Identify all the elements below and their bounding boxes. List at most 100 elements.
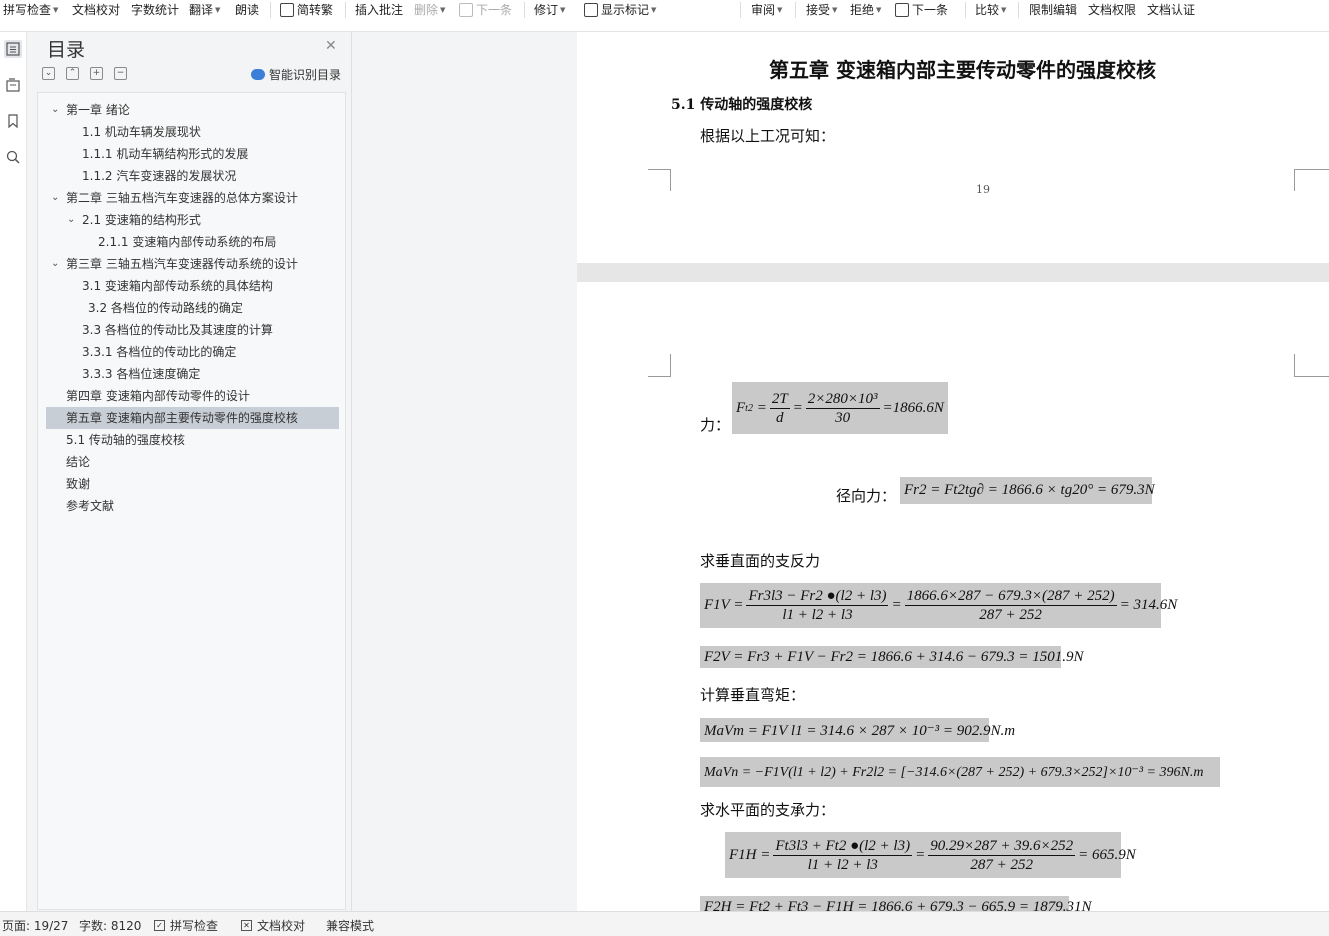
toc-item-label: 第三章 三轴五档汽车变速器传动系统的设计 [66, 257, 298, 271]
word-count-indicator[interactable]: 字数: 8120 [79, 917, 141, 934]
formula-ft2: Ft2 = 2T d = 2×280×10³ 30 =1866.6N [732, 382, 948, 434]
delete-comment-button[interactable]: 删除 ▼ [414, 0, 445, 20]
toc-item[interactable]: 1.1.1 机动车辆结构形式的发展 [46, 143, 339, 165]
toc-item[interactable]: 第五章 变速箱内部主要传动零件的强度校核 [46, 407, 339, 429]
chevron-down-icon[interactable]: ⌄ [51, 99, 61, 121]
trad-simp-button[interactable]: 简转繁 [280, 0, 333, 20]
toc-item[interactable]: 2.1.1 变速箱内部传动系统的布局 [46, 231, 339, 253]
toc-list: ⌄ 第一章 绪论 1.1 机动车辆发展现状 1.1.1 机动车辆结构形式的发展 1.1.… [37, 92, 346, 910]
toc-item[interactable]: 1.1 机动车辆发展现状 [46, 121, 339, 143]
toc-item[interactable]: 3.3 各档位的传动比及其速度的计算 [46, 319, 339, 341]
formula-f2v: F2V = Fr3 + F1V − Fr2 = 1866.6 + 314.6 −… [700, 646, 1083, 668]
formula-f1h: F1H = Ft3l3 + Ft2 ●(l2 + l3) l1 + l2 + l3… [725, 832, 1136, 878]
restrict-edit-button[interactable]: 限制编辑 [1029, 0, 1077, 20]
force-label: 力： [700, 416, 731, 434]
toc-item-label: 3.1 变速箱内部传动系统的具体结构 [82, 279, 273, 293]
toc-item-label: 3.3.3 各档位速度确定 [82, 367, 201, 381]
next-change-icon [895, 3, 909, 17]
toc-item[interactable]: 致谢 [46, 473, 339, 495]
toc-item[interactable]: 参考文献 [46, 495, 339, 517]
intro-text: 根据以上工况可知： [700, 127, 836, 145]
status-bar: 页面: 19/27 字数: 8120 ✓ 拼写检查 ✕ 文档校对 兼容模式 [0, 911, 1329, 936]
check-icon: ✓ [154, 920, 165, 931]
page-indicator[interactable]: 页面: 19/27 [2, 917, 68, 934]
formula-mavn: MaVn = −F1V(l1 + l2) + Fr2l2 = [−314.6×(… [700, 757, 1220, 787]
toc-item[interactable]: 3.1 变速箱内部传动系统的具体结构 [46, 275, 339, 297]
vertical-moment-heading: 计算垂直弯矩： [700, 686, 806, 704]
section-title: 5.1 传动轴的强度校核 [671, 97, 813, 113]
accept-button[interactable]: 接受 ▼ [806, 0, 837, 20]
navigation-strip [0, 32, 27, 911]
toc-item-label: 结论 [66, 455, 91, 469]
toc-title: 目录 [47, 39, 86, 61]
doc-permission-button[interactable]: 文档权限 [1088, 0, 1136, 20]
toc-item-label: 5.1 传动轴的强度校核 [66, 433, 185, 447]
toc-item[interactable]: 3.3.3 各档位速度确定 [46, 363, 339, 385]
toc-item-label: 1.1.2 汽车变速器的发展状况 [82, 169, 237, 183]
translate-button[interactable]: 翻译 ▼ [189, 0, 220, 20]
thumbnail-icon[interactable] [4, 76, 22, 94]
toc-item-label: 第一章 绪论 [66, 103, 130, 117]
chapter-title: 第五章 变速箱内部主要传动零件的强度校核 [769, 58, 1156, 82]
collapse-all-icon[interactable]: ⌃ [66, 67, 79, 80]
toc-item[interactable]: 5.1 传动轴的强度校核 [46, 429, 339, 451]
toc-item-label: 第二章 三轴五档汽车变速器的总体方案设计 [66, 191, 298, 205]
toc-item[interactable]: ⌄ 第三章 三轴五档汽车变速器传动系统的设计 [46, 253, 339, 275]
revise-button[interactable]: 修订 ▼ [534, 0, 565, 20]
chevron-down-icon[interactable]: ⌄ [67, 209, 77, 231]
insert-comment-button[interactable]: 插入批注 [355, 0, 403, 20]
convert-icon [280, 3, 294, 17]
toc-item[interactable]: ⌄ 第一章 绪论 [46, 99, 339, 121]
compare-button[interactable]: 比较 ▼ [975, 0, 1006, 20]
toc-item-label: 1.1.1 机动车辆结构形式的发展 [82, 147, 249, 161]
bookmark-icon[interactable] [4, 112, 22, 130]
ribbon-toolbar: 拼写检查 ▼ 文档校对 字数统计 翻译 ▼ 朗读 简转繁 插入批注 删除 ▼ 下一条 … [0, 0, 1329, 32]
toc-item[interactable]: 1.1.2 汽车变速器的发展状况 [46, 165, 339, 187]
toc-item-label: 第五章 变速箱内部主要传动零件的强度校核 [66, 411, 298, 425]
vertical-support-heading: 求垂直面的支反力 [700, 552, 821, 570]
next-change-button[interactable]: 下一条 [895, 0, 948, 20]
word-count-button[interactable]: 字数统计 [131, 0, 179, 20]
radial-label: 径向力： [836, 487, 897, 505]
doc-certify-button[interactable]: 文档认证 [1147, 0, 1195, 20]
toc-item[interactable]: 结论 [46, 451, 339, 473]
expand-all-icon[interactable]: ⌄ [42, 67, 55, 80]
status-doc-proof[interactable]: ✕ 文档校对 [241, 917, 305, 934]
page-number: 19 [976, 183, 990, 196]
chevron-down-icon[interactable]: ⌄ [51, 253, 61, 275]
comment-icon [459, 3, 473, 17]
spell-check-button[interactable]: 拼写检查 ▼ [3, 0, 58, 20]
compat-mode-indicator: 兼容模式 [326, 919, 375, 933]
canvas-gutter [352, 32, 577, 911]
remove-item-icon[interactable]: − [114, 67, 127, 80]
toc-item-label: 致谢 [66, 477, 91, 491]
add-item-icon[interactable]: + [90, 67, 103, 80]
show-markup-button[interactable]: 显示标记 ▼ [584, 0, 656, 20]
status-spell-check[interactable]: ✓ 拼写检查 [154, 917, 218, 934]
reject-button[interactable]: 拒绝 ▼ [850, 0, 881, 20]
doc-proof-button[interactable]: 文档校对 [72, 0, 120, 20]
smart-toc-button[interactable]: 智能识别目录 [251, 66, 341, 83]
toc-item-label: 2.1 变速箱的结构形式 [82, 213, 201, 227]
formula-f1v: F1V = Fr3l3 − Fr2 ●(l2 + l3) l1 + l2 + l3… [700, 583, 1177, 628]
toc-item[interactable]: 3.3.1 各档位的传动比的确定 [46, 341, 339, 363]
next-comment-button[interactable]: 下一条 [459, 0, 512, 20]
proof-icon: ✕ [241, 920, 252, 931]
toc-item[interactable]: ⌄ 第二章 三轴五档汽车变速器的总体方案设计 [46, 187, 339, 209]
toc-item[interactable]: 第四章 变速箱内部传动零件的设计 [46, 385, 339, 407]
chevron-down-icon[interactable]: ⌄ [51, 187, 61, 209]
toc-item-label: 3.3 各档位的传动比及其速度的计算 [82, 323, 273, 337]
read-aloud-button[interactable]: 朗读 [235, 0, 259, 20]
review-button[interactable]: 审阅 ▼ [751, 0, 782, 20]
ai-icon [251, 69, 265, 80]
toc-item-label: 3.2 各档位的传动路线的确定 [88, 301, 243, 315]
toc-item[interactable]: 3.2 各档位的传动路线的确定 [46, 297, 339, 319]
search-icon[interactable] [4, 148, 22, 166]
toc-panel: 目录 ✕ ⌄ ⌃ + − 智能识别目录 ⌄ 第一章 绪论 1.1 机动车辆发展现状 1… [27, 32, 352, 911]
toc-item[interactable]: ⌄ 2.1 变速箱的结构形式 [46, 209, 339, 231]
toc-panel-icon[interactable] [4, 40, 22, 58]
formula-f2h: F2H = Ft2 + Ft3 − F1H = 1866.6 + 679.3 −… [700, 896, 1092, 911]
close-icon[interactable]: ✕ [325, 38, 337, 54]
markup-icon [584, 3, 598, 17]
toc-item-label: 2.1.1 变速箱内部传动系统的布局 [98, 235, 277, 249]
